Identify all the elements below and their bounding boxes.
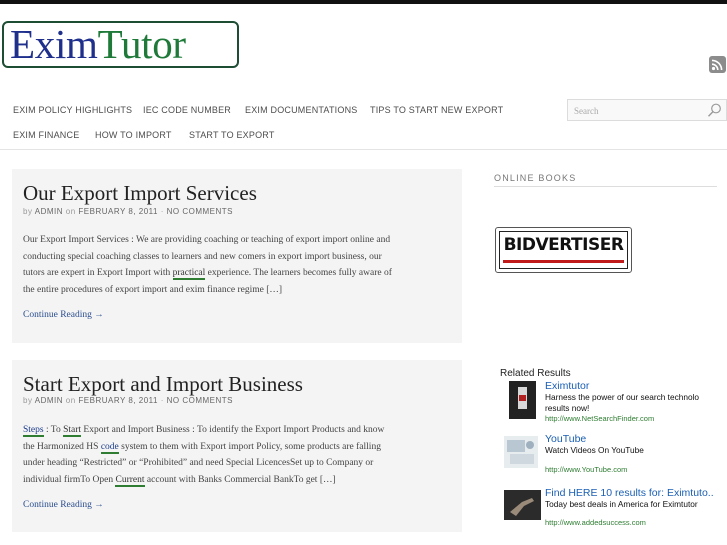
- nav-item-start-to-export[interactable]: START TO EXPORT: [189, 130, 275, 140]
- result-description: Harness the power of our search technolo…: [545, 392, 700, 413]
- result-url[interactable]: http://www.addedsuccess.com: [545, 518, 646, 527]
- result-description: Today best deals in America for Eximtuto…: [545, 499, 698, 509]
- post-comments-link[interactable]: NO COMMENTS: [167, 207, 233, 216]
- top-bar: [0, 0, 727, 4]
- bidvertiser-ad-banner[interactable]: BIDVERTISER: [495, 227, 632, 273]
- keyword-link[interactable]: Steps: [23, 425, 44, 437]
- post-comments-link[interactable]: NO COMMENTS: [167, 396, 233, 405]
- keyword-link[interactable]: practical: [172, 268, 206, 281]
- post-date: FEBRUARY 8, 2011: [78, 396, 158, 405]
- ad-red-bar: [503, 260, 624, 263]
- result-title-link[interactable]: Find HERE 10 results for: Eximtuto..: [545, 487, 714, 499]
- nav-item-exim-finance[interactable]: EXIM FINANCE: [13, 130, 79, 140]
- nav-item-exim-policy-highlights[interactable]: EXIM POLICY HIGHLIGHTS: [13, 105, 132, 115]
- sidebar-heading: ONLINE BOOKS: [494, 173, 717, 187]
- rss-icon[interactable]: [709, 56, 726, 73]
- nav-item-iec-code-number[interactable]: IEC CODE NUMBER: [143, 105, 231, 115]
- post-meta: by ADMIN on FEBRUARY 8, 2011 · NO COMMEN…: [23, 207, 234, 216]
- related-results-widget: Related Results Eximtutor Harness the po…: [500, 368, 727, 538]
- post-card: Our Export Import Services by ADMIN on F…: [12, 169, 462, 343]
- post-title[interactable]: Start Export and Import Business: [23, 372, 303, 397]
- list-item: Find HERE 10 results for: Eximtuto.. Tod…: [500, 487, 727, 529]
- list-item: YouTube Watch Videos On YouTube http://w…: [500, 433, 727, 475]
- post-card: Start Export and Import Business by ADMI…: [12, 360, 462, 532]
- keyword-link[interactable]: Current: [115, 475, 145, 488]
- result-title-link[interactable]: Eximtutor: [545, 380, 589, 392]
- result-thumbnail[interactable]: [504, 436, 538, 468]
- site-logo[interactable]: EximTutor: [2, 21, 239, 68]
- search-box: [567, 99, 727, 121]
- post-author[interactable]: ADMIN: [35, 396, 63, 405]
- logo-text: EximTutor: [10, 21, 186, 67]
- post-date: FEBRUARY 8, 2011: [78, 207, 158, 216]
- keyword-link[interactable]: Start: [63, 425, 82, 437]
- search-icon[interactable]: [706, 102, 723, 119]
- post-excerpt: Steps : To Start Export and Import Busin…: [23, 425, 385, 488]
- result-title-link[interactable]: YouTube: [545, 433, 586, 445]
- nav-item-exim-documentations[interactable]: EXIM DOCUMENTATIONS: [245, 105, 357, 115]
- list-item: Eximtutor Harness the power of our searc…: [500, 380, 727, 430]
- keyword-link[interactable]: code: [100, 441, 119, 454]
- result-description: Watch Videos On YouTube: [545, 445, 644, 455]
- related-results-heading: Related Results: [500, 368, 571, 379]
- result-thumbnail[interactable]: [504, 490, 541, 520]
- result-url[interactable]: http://www.YouTube.com: [545, 465, 627, 474]
- post-author[interactable]: ADMIN: [35, 207, 63, 216]
- post-excerpt: Our Export Import Services : We are prov…: [23, 235, 392, 296]
- result-thumbnail[interactable]: [509, 381, 536, 419]
- post-title[interactable]: Our Export Import Services: [23, 181, 257, 206]
- search-input[interactable]: [574, 103, 699, 118]
- nav-item-tips-to-start-new-export[interactable]: TIPS TO START NEW EXPORT: [370, 105, 503, 115]
- ad-label: BIDVERTISER: [503, 235, 624, 255]
- continue-reading-link[interactable]: Continue Reading →: [23, 310, 104, 320]
- result-url[interactable]: http://www.NetSearchFinder.com: [545, 414, 654, 423]
- nav-item-how-to-import[interactable]: HOW TO IMPORT: [95, 130, 172, 140]
- continue-reading-link[interactable]: Continue Reading →: [23, 500, 104, 510]
- post-meta: by ADMIN on FEBRUARY 8, 2011 · NO COMMEN…: [23, 396, 234, 405]
